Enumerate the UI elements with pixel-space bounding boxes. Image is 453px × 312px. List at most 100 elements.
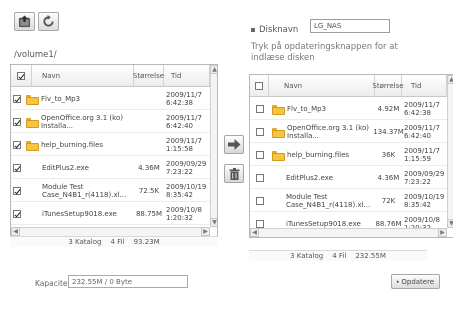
row-checkbox-cell[interactable]	[11, 156, 23, 179]
local-list-vscroll[interactable]: ▲ ▼	[210, 65, 217, 227]
play-icon: ▸	[396, 278, 400, 285]
row-checkbox-cell[interactable]	[250, 97, 269, 120]
scroll-up-arrow[interactable]: ▲	[210, 65, 217, 74]
row-checkbox[interactable]	[255, 104, 264, 113]
column-name-header[interactable]: Navn	[269, 75, 375, 97]
upload-button[interactable]	[14, 12, 35, 31]
local-list-hscroll[interactable]: ◀ ▶	[11, 227, 210, 236]
scroll-up-arrow[interactable]: ▲	[447, 75, 453, 84]
scroll-left-arrow[interactable]: ◀	[250, 228, 259, 237]
file-row[interactable]: OpenOffice.org 3.1 (ko) Installa... 2009/…	[11, 110, 210, 133]
column-time-header[interactable]: Tid	[402, 75, 447, 97]
file-time: 2009/10/19 8:35:42	[404, 192, 445, 209]
file-row[interactable]: help_burning.files 36K 2009/11/7 1:15:59	[250, 143, 447, 166]
file-name: Flv_to_Mp3	[41, 94, 81, 103]
scroll-right-arrow[interactable]: ▶	[201, 227, 210, 236]
file-row[interactable]: iTunesSetup9018.exe 88.75M 2009/10/8 1:20:…	[11, 202, 210, 225]
file-row[interactable]: Module Test Case_N4B1_r(4118).xl... 72K 20…	[250, 189, 447, 212]
row-checkbox[interactable]	[13, 163, 21, 172]
file-row[interactable]: Module Test Case_N4B1_r(4118).xl... 72.5K…	[11, 179, 210, 202]
folder-icon	[272, 150, 285, 161]
folder-icon	[26, 117, 39, 128]
nas-list-vscroll[interactable]: ▲ ▼	[447, 75, 453, 228]
file-row[interactable]: EditPlus2.exe 4.36M 2009/09/29 7:23:22	[250, 166, 447, 189]
row-checkbox[interactable]	[13, 94, 21, 103]
row-checkbox-cell[interactable]	[11, 179, 23, 202]
column-time-header[interactable]: Tid	[164, 65, 210, 87]
select-all-cell[interactable]	[250, 75, 269, 97]
row-checkbox[interactable]	[255, 127, 264, 136]
file-row[interactable]: Flv_to_Mp3 2009/11/7 6:42:38	[11, 87, 210, 110]
row-checkbox[interactable]	[255, 196, 264, 205]
scroll-left-arrow[interactable]: ◀	[11, 227, 20, 236]
file-name: iTunesSetup9018.exe	[286, 219, 361, 228]
row-checkbox-cell[interactable]	[250, 143, 269, 166]
refresh-button[interactable]	[38, 12, 59, 31]
file-name-cell[interactable]: help_burning.files	[26, 133, 134, 156]
row-checkbox[interactable]	[255, 150, 264, 159]
file-row[interactable]: EditPlus2.exe 4.36M 2009/09/29 7:23:22	[11, 156, 210, 179]
row-checkbox-cell[interactable]	[250, 189, 269, 212]
scroll-right-arrow[interactable]: ▶	[438, 228, 447, 237]
file-name-cell[interactable]: Module Test Case_N4B1_r(4118).xl...	[26, 179, 134, 202]
file-name-cell[interactable]: help_burning.files	[272, 143, 375, 166]
row-checkbox[interactable]	[255, 173, 264, 182]
row-checkbox[interactable]	[13, 209, 21, 218]
upload-icon	[18, 15, 31, 28]
file-row[interactable]: Flv_to_Mp3 4.92M 2009/11/7 6:42:38	[250, 97, 447, 120]
column-size-header[interactable]: Størrelse	[372, 75, 404, 97]
capacity-field: 232.55M / 0 Byte	[68, 275, 188, 288]
file-time: 2009/11/7 1:15:59	[404, 146, 440, 163]
total-size: 93.23M	[133, 238, 160, 246]
file-count: 4 Fil	[110, 238, 125, 246]
file-time: 2009/09/29 7:23:22	[404, 169, 445, 186]
copy-to-nas-button[interactable]	[224, 135, 244, 154]
row-checkbox-cell[interactable]	[250, 166, 269, 189]
file-name: help_burning.files	[287, 150, 350, 159]
row-checkbox[interactable]	[255, 219, 264, 228]
file-name-cell[interactable]: OpenOffice.org 3.1 (ko) Installa...	[272, 120, 375, 143]
row-checkbox[interactable]	[13, 140, 21, 149]
file-name-cell[interactable]: Flv_to_Mp3	[272, 97, 375, 120]
row-checkbox-cell[interactable]	[250, 120, 269, 143]
column-size-header[interactable]: Størrelse	[133, 65, 164, 87]
select-all-checkbox[interactable]	[255, 82, 263, 90]
folder-count: 3 Katalog	[68, 238, 102, 246]
file-name-cell[interactable]: Flv_to_Mp3	[26, 87, 134, 110]
select-all-checkbox[interactable]	[17, 72, 25, 80]
folder-icon	[272, 127, 285, 138]
refresh-hint: Tryk på opdateringsknappen for at indlæs…	[251, 42, 398, 63]
file-row[interactable]: OpenOffice.org 3.1 (ko) Installa... 134.3…	[250, 120, 447, 143]
scroll-down-arrow[interactable]: ▼	[210, 218, 217, 227]
file-name-cell[interactable]: iTunesSetup9018.exe	[26, 202, 134, 225]
row-checkbox-cell[interactable]	[11, 87, 23, 110]
file-row[interactable]: help_burning.files 2009/11/7 1:15:58	[11, 133, 210, 156]
file-time: 2009/11/7 6:42:40	[404, 123, 440, 140]
folder-count: 3 Katalog	[290, 252, 324, 260]
scroll-down-arrow[interactable]: ▼	[447, 219, 453, 228]
update-button[interactable]: ▸ Opdatere	[391, 274, 440, 289]
file-name: OpenOffice.org 3.1 (ko) Installa...	[41, 113, 123, 130]
column-name-header[interactable]: Navn	[32, 65, 134, 87]
delete-button[interactable]	[224, 164, 244, 183]
row-checkbox[interactable]	[13, 117, 21, 126]
select-all-cell[interactable]	[11, 65, 32, 87]
file-size: 134.37M	[373, 127, 404, 136]
file-name-cell[interactable]: OpenOffice.org 3.1 (ko) Installa...	[26, 110, 134, 133]
row-checkbox[interactable]	[13, 186, 21, 195]
file-name-cell[interactable]: EditPlus2.exe	[272, 166, 375, 189]
bullet-icon	[251, 28, 255, 32]
row-checkbox-cell[interactable]	[11, 202, 23, 225]
file-size: 4.92M	[377, 104, 400, 113]
disk-name-field[interactable]: LG_NAS	[310, 19, 390, 33]
file-name-cell[interactable]: EditPlus2.exe	[26, 156, 134, 179]
file-name: Module Test Case_N4B1_r(4118).xl...	[286, 192, 371, 209]
row-checkbox-cell[interactable]	[11, 110, 23, 133]
file-name-cell[interactable]: Module Test Case_N4B1_r(4118).xl...	[272, 189, 375, 212]
file-time: 2009/10/19 8:35:42	[166, 182, 207, 199]
refresh-icon	[43, 15, 54, 27]
nas-file-list: Navn Størrelse Tid Flv_to_Mp3 4.92M 2009/1…	[249, 74, 453, 238]
row-checkbox-cell[interactable]	[11, 133, 23, 156]
nas-list-hscroll[interactable]: ◀ ▶	[250, 228, 447, 237]
file-time: 2009/11/7 6:42:38	[404, 100, 440, 117]
